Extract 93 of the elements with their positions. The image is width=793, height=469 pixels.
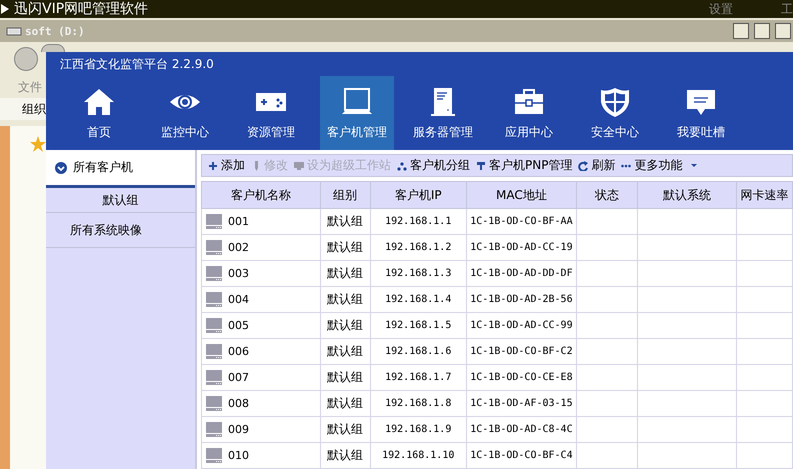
computer-icon (206, 422, 222, 437)
table-cell: 默认组 (327, 448, 364, 462)
table-cell: 192.168.1.8 (385, 398, 452, 409)
table-cell: 010 (228, 449, 249, 462)
table-cell: 1C-1B-OD-CO-BF-C4 (470, 450, 573, 461)
table-cell: 默认组 (327, 396, 364, 410)
table-cell: 1C-1B-OD-AD-DD-DF (470, 268, 573, 279)
back-button[interactable] (14, 47, 38, 71)
caret-icon (691, 164, 698, 167)
table-cell: 192.168.1.3 (385, 268, 452, 279)
toolbar-button[interactable]: 客户机PNP管理 (476, 157, 572, 174)
table-cell: 192.168.1.4 (385, 294, 452, 305)
nav-tab[interactable]: 客户机管理 (320, 76, 394, 150)
column-header[interactable]: 客户机IP (370, 182, 466, 208)
computer-icon (206, 318, 222, 333)
nav-tab[interactable]: 安全中心 (578, 76, 652, 150)
table-cell: 192.168.1.2 (385, 242, 452, 253)
window-title: soft (D:) (25, 24, 85, 38)
table-cell: 001 (228, 215, 249, 228)
close-button[interactable] (775, 23, 791, 39)
table-cell: 默认组 (327, 318, 364, 332)
nav-tab[interactable]: 服务器管理 (406, 76, 480, 150)
column-header[interactable]: 客户机名称 (202, 182, 320, 208)
table-cell: 008 (228, 397, 249, 410)
window-title: 江西省文化监管平台 2.2.9.0 (60, 56, 214, 72)
table-cell: 1C-1B-OD-CO-BF-AA (470, 216, 573, 227)
computer-icon (206, 370, 222, 385)
table-cell: 002 (228, 241, 249, 254)
dots-icon (397, 160, 407, 170)
nav-tab[interactable]: 首页 (62, 76, 136, 150)
app-title: 迅闪VIP网吧管理软件 (14, 0, 148, 18)
toolbar-button[interactable]: 添加 (208, 157, 245, 174)
computer-icon (206, 240, 222, 255)
column-header[interactable]: 网卡速率 (736, 182, 792, 208)
table-cell: 默认组 (327, 370, 364, 384)
computer-icon (206, 266, 222, 281)
table-cell: 1C-1B-OD-CO-BF-C2 (470, 346, 573, 357)
table-cell: 默认组 (327, 344, 364, 358)
table-cell: 默认组 (327, 214, 364, 228)
toolbar-button[interactable]: 刷新 (578, 157, 616, 174)
nav-tab[interactable]: 资源管理 (234, 76, 308, 150)
nav-tab[interactable]: 应用中心 (492, 76, 566, 150)
monitor-icon (294, 160, 304, 170)
nav-tab[interactable]: 我要吐槽 (664, 76, 738, 150)
table-cell: 1C-1B-OD-AD-C8-4C (470, 424, 573, 435)
column-header[interactable]: MAC地址 (466, 182, 576, 208)
table-cell: 1C-1B-OD-AD-2B-56 (470, 294, 573, 305)
menu-item[interactable]: 设置 (709, 0, 733, 18)
plus-icon (208, 160, 218, 170)
tree-item[interactable]: 默认组 (46, 188, 195, 213)
table-cell: 192.168.1.9 (385, 424, 452, 435)
table-cell: 192.168.1.5 (385, 320, 452, 331)
column-header[interactable]: 组别 (320, 182, 370, 208)
table-cell: 007 (228, 371, 249, 384)
table-cell: 1C-1B-OD-AD-CC-19 (470, 242, 573, 253)
table-cell: 006 (228, 345, 249, 358)
star-icon (30, 136, 46, 152)
table-cell: 默认组 (327, 240, 364, 254)
table-cell: 1C-1B-OD-AD-CC-99 (470, 320, 573, 331)
toolbar-button[interactable]: 组织 (22, 100, 46, 118)
column-header[interactable]: 状态 (576, 182, 638, 208)
table-cell: 默认组 (327, 422, 364, 436)
forward-button[interactable] (41, 44, 65, 52)
computer-icon (206, 344, 222, 359)
menu-item[interactable]: 工 (781, 0, 793, 18)
computer-icon (206, 214, 222, 229)
table-cell: 1C-1B-OD-AF-03-15 (470, 398, 573, 409)
table-cell: 1C-1B-OD-CO-CE-E8 (470, 372, 573, 383)
arrow-icon (0, 2, 10, 16)
tree-header[interactable]: 所有客户机 (46, 150, 195, 188)
table-cell: 192.168.1.10 (382, 450, 454, 461)
table-cell: 默认组 (327, 266, 364, 280)
toolbar-button[interactable]: 客户机分组 (397, 157, 470, 174)
computer-icon (206, 448, 222, 463)
toolbar-button[interactable]: 更多功能 (621, 157, 698, 174)
computer-icon (206, 396, 222, 411)
nav-tab[interactable]: 监控中心 (148, 76, 222, 150)
maximize-button[interactable] (754, 23, 770, 39)
minimize-button[interactable] (733, 23, 749, 39)
table-cell: 004 (228, 293, 249, 306)
column-header[interactable]: 默认系统 (638, 182, 737, 208)
table-cell: 192.168.1.1 (385, 216, 452, 227)
refresh-icon (578, 160, 588, 170)
table-cell: 005 (228, 319, 249, 332)
table-cell: 009 (228, 423, 249, 436)
table-cell: 003 (228, 267, 249, 280)
computer-icon (206, 292, 222, 307)
table-cell: 192.168.1.7 (385, 372, 452, 383)
shield-icon (599, 86, 631, 118)
tree-label: 所有客户机 (73, 159, 133, 176)
table-cell: 192.168.1.6 (385, 346, 452, 357)
table-cell: 默认组 (327, 292, 364, 306)
sidebar-item[interactable]: 所有系统映像 (46, 213, 195, 248)
